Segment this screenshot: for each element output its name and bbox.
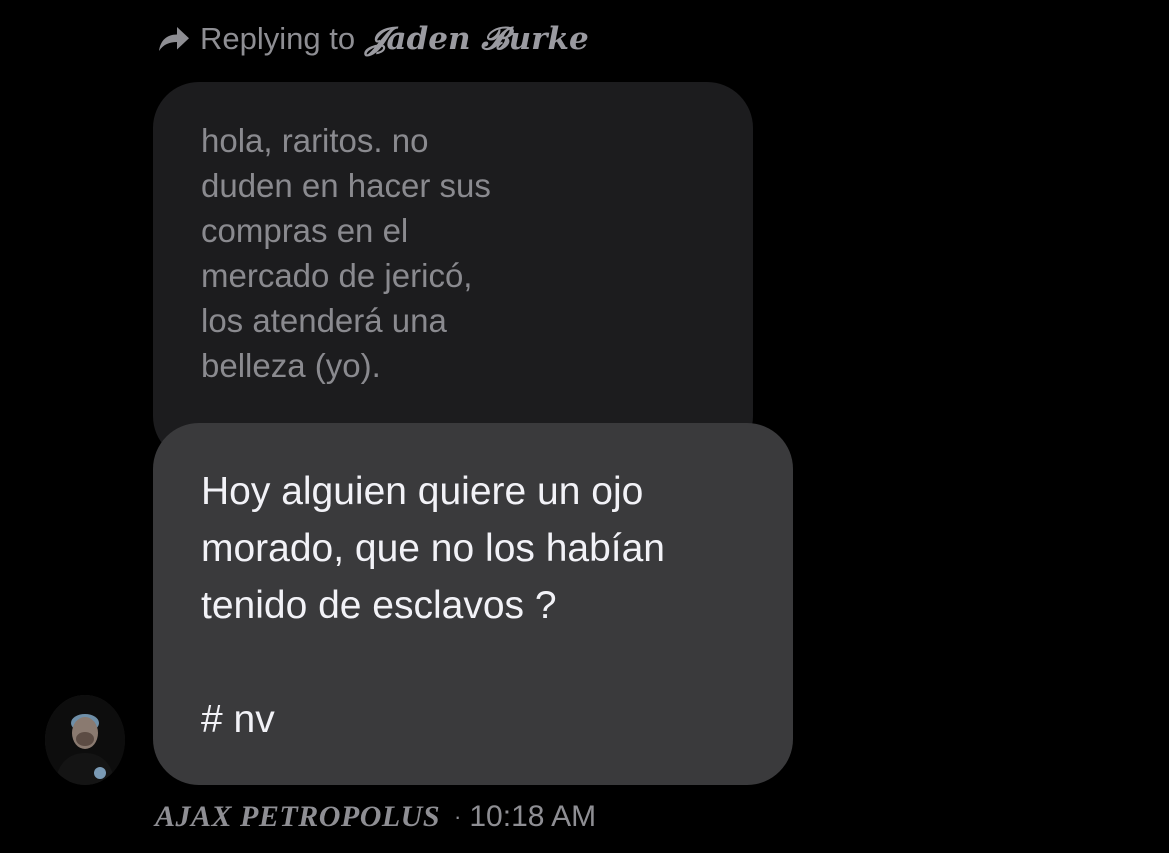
reply-header: Replying to 𝓙aden 𝓑urke — [156, 18, 589, 60]
message-meta: AJAX PETROPOLUS · 10:18 AM — [155, 797, 596, 837]
message-text: Hoy alguien quiere un ojo morado, que no… — [201, 470, 666, 741]
reply-prefix: Replying to — [200, 21, 356, 56]
meta-separator: · — [454, 804, 462, 829]
message-bubble[interactable]: Hoy alguien quiere un ojo morado, que no… — [153, 423, 793, 785]
sender-name[interactable]: AJAX PETROPOLUS — [155, 800, 440, 834]
quoted-message-bubble[interactable]: hola, raritos. no duden en hacer sus com… — [153, 82, 753, 462]
reply-recipient-name[interactable]: 𝓙aden 𝓑urke — [365, 21, 589, 58]
reply-arrow-icon — [156, 21, 192, 57]
message-timestamp: 10:18 AM — [469, 800, 597, 833]
quoted-message-text: hola, raritos. no duden en hacer sus com… — [201, 122, 491, 384]
avatar[interactable] — [45, 695, 125, 785]
